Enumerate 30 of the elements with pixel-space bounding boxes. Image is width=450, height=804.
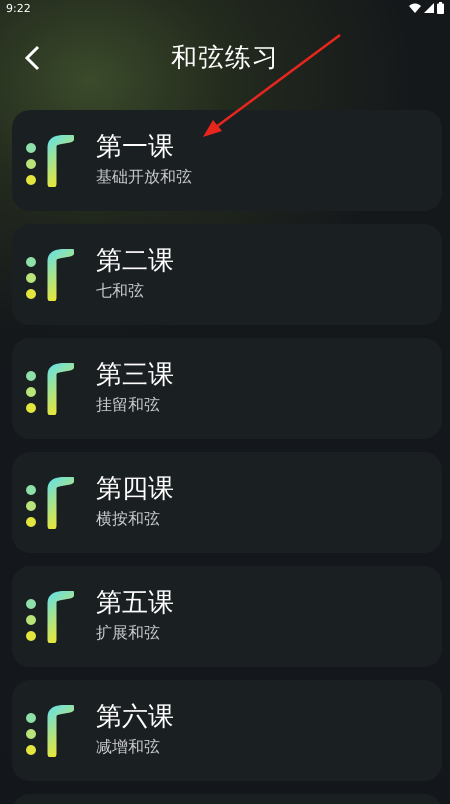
lesson-title: 第二课 [96, 244, 174, 276]
lesson-title: 第六课 [96, 700, 174, 732]
lesson-subtitle: 扩展和弦 [96, 622, 161, 642]
lesson-title: 第五课 [96, 586, 174, 618]
back-button[interactable] [22, 43, 42, 73]
lesson-title: 第四课 [96, 472, 174, 504]
lesson-subtitle: 七和弦 [96, 280, 145, 300]
lesson-icon [26, 476, 74, 528]
lesson-icon [26, 248, 74, 300]
lesson-card[interactable]: 第五课 扩展和弦 [12, 566, 442, 667]
lesson-subtitle: 基础开放和弦 [96, 166, 192, 186]
signal-icon [424, 3, 434, 13]
lesson-card[interactable]: 第二课 七和弦 [12, 224, 442, 325]
wifi-icon [409, 3, 421, 13]
lesson-subtitle: 挂留和弦 [96, 394, 161, 414]
battery-icon [437, 2, 444, 14]
lesson-title: 第一课 [96, 130, 175, 162]
lesson-card[interactable]: 第三课 挂留和弦 [12, 338, 442, 439]
lesson-icon [26, 134, 74, 186]
page-title: 和弦练习 [171, 42, 279, 74]
lesson-card[interactable]: 第四课 横按和弦 [12, 452, 442, 553]
lesson-icon [26, 704, 74, 756]
lesson-card[interactable]: 第一课 基础开放和弦 [12, 110, 442, 211]
lesson-icon [26, 590, 74, 642]
lesson-subtitle: 减增和弦 [96, 736, 161, 756]
lesson-card[interactable]: 第六课 减增和弦 [12, 680, 442, 781]
lesson-title: 第三课 [96, 358, 174, 390]
lesson-subtitle: 横按和弦 [96, 508, 161, 528]
lesson-icon [26, 362, 74, 414]
status-time: 9:22 [6, 2, 31, 14]
